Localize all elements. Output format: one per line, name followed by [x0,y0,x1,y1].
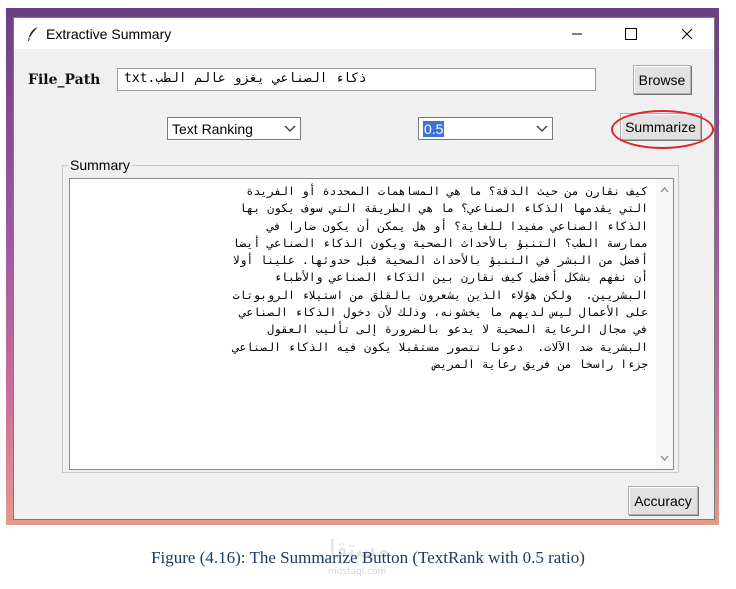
method-select-value: Text Ranking [172,121,253,137]
maximize-button[interactable] [608,18,654,49]
summary-text: كيف نقارن من حيث الدقة؟ ما هي المساهمات … [73,183,648,373]
minimize-icon [572,33,582,34]
summary-text-area[interactable]: كيف نقارن من حيث الدقة؟ ما هي المساهمات … [69,178,674,470]
summary-group-label: Summary [68,157,132,173]
chevron-down-icon[interactable] [536,124,548,134]
summary-line: أفضل من البشر في التنبؤ بالأحداث الصحية … [232,253,648,268]
summary-line: على الأعمال ليس لديهم ما يخشونه، وذلك لأ… [239,305,649,320]
chevron-down-icon[interactable] [284,124,296,134]
feather-icon [28,26,39,41]
summary-line: البشرية ضد الآلات. دعونا نتصور مستقبلا ي… [232,339,648,354]
file-path-label: File_Path [28,72,101,88]
ratio-select[interactable]: 0.5 [418,117,553,140]
summary-line: الذكاء الصناعي مفيدا للغاية؟ أو هل يمكن … [267,218,648,233]
watermark-url: mostaql.com [328,567,387,577]
maximize-icon [625,27,637,40]
vertical-scrollbar[interactable] [656,179,673,469]
summary-line: أن نفهم بشكل أفضل كيف نقارن بين الذكاء ا… [274,270,648,285]
summary-line: ممارسة الطب؟ التنبؤ بالأحداث الصحية ويكو… [232,235,648,250]
app-window: Extractive Summary File_Path ذكاء الصناع… [13,17,715,520]
scroll-down-icon[interactable] [656,451,673,465]
close-button[interactable] [664,18,710,49]
summary-line: كيف نقارن من حيث الدقة؟ ما هي المساهمات … [246,184,648,198]
summarize-highlight-ellipse [611,110,714,149]
browse-button[interactable]: Browse [633,65,691,94]
ratio-select-value: 0.5 [423,121,445,137]
accuracy-button[interactable]: Accuracy [628,486,698,515]
close-icon [681,28,693,39]
summary-line: في مجال الرعاية الصحية لا يدعو بالضرورة … [267,322,648,337]
window-title: Extractive Summary [46,26,172,42]
file-path-input[interactable]: ذكاء الصناعي يغزو عالم الطب.txt [117,68,596,91]
figure-caption: Figure (4.16): The Summarize Button (Tex… [151,548,585,567]
summary-line: البشريين. ولكن هؤلاء الذين يشعرون بالقلق… [232,287,648,302]
summary-line: التي يقدمها الذكاء الصناعي؟ ما هي الطريق… [239,201,649,216]
summary-line: جزءا راسخا من فريق رعاية المريض [433,356,648,371]
title-bar[interactable]: Extractive Summary [14,18,714,49]
method-select[interactable]: Text Ranking [167,117,301,140]
scroll-up-icon[interactable] [656,183,673,197]
minimize-button[interactable] [554,18,600,49]
